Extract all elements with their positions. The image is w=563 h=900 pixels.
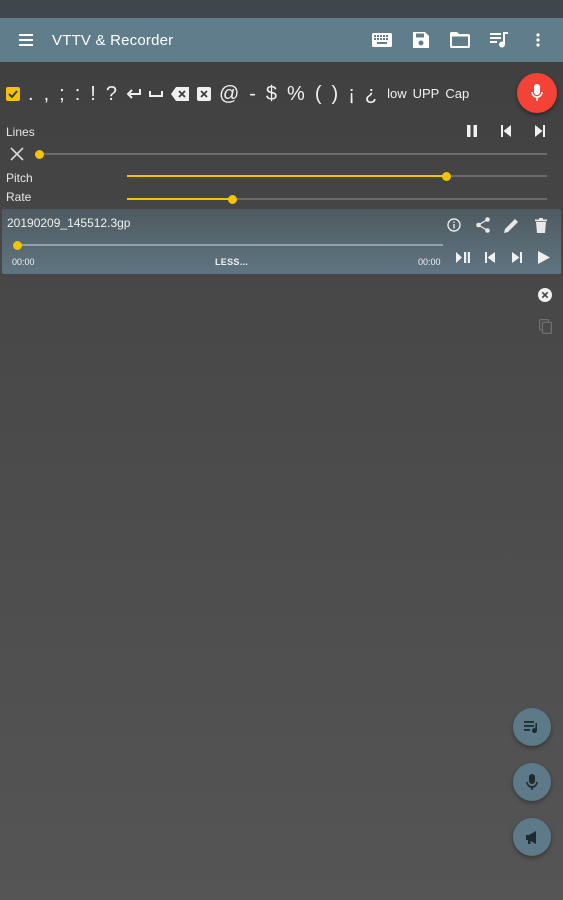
play-pause-icon (455, 251, 470, 263)
status-bar (0, 0, 563, 18)
voice-mic-icon (526, 773, 538, 790)
close-circle-icon (538, 288, 552, 302)
pencil-icon (504, 218, 518, 233)
question-key[interactable]: ? (106, 70, 117, 118)
copy-text-button[interactable] (535, 316, 555, 336)
lowercase-button[interactable]: low (387, 70, 407, 118)
keyboard-button[interactable] (362, 18, 401, 62)
capitalize-button[interactable]: Cap (445, 70, 469, 118)
next-recording-button[interactable] (503, 246, 530, 268)
rate-label: Rate (6, 190, 32, 204)
play-to-end-button[interactable] (449, 246, 476, 268)
folder-icon (449, 32, 470, 48)
skip-next-icon (535, 125, 545, 137)
save-button[interactable] (401, 18, 440, 62)
backspace-icon (170, 87, 189, 101)
skip-previous-icon (501, 125, 511, 137)
dash-key[interactable]: - (249, 70, 256, 118)
lines-slider-thumb[interactable] (34, 149, 44, 159)
playback-seekbar-thumb[interactable] (12, 240, 22, 250)
trash-icon (534, 217, 547, 233)
clear-key[interactable] (196, 87, 211, 101)
less-toggle[interactable]: LESS... (215, 257, 248, 267)
pause-icon (467, 125, 477, 137)
dollar-key[interactable]: $ (266, 70, 277, 118)
clear-lines-button[interactable] (7, 144, 27, 164)
microphone-icon (531, 84, 543, 101)
open-paren-key[interactable]: ( (315, 70, 322, 118)
colon-key[interactable]: : (75, 70, 81, 118)
clear-box-icon (196, 87, 211, 101)
inverted-question-key[interactable]: ¿ (365, 70, 377, 118)
play-button[interactable] (530, 246, 557, 268)
previous-line-button[interactable] (489, 123, 523, 139)
period-key[interactable]: . (28, 70, 34, 118)
backspace-key[interactable] (170, 87, 189, 101)
close-icon (10, 147, 24, 161)
lines-slider[interactable] (34, 149, 547, 159)
playlist-button[interactable] (479, 18, 518, 62)
semicolon-key[interactable]: ; (59, 70, 65, 118)
info-button[interactable] (439, 214, 468, 236)
record-mic-button[interactable] (517, 73, 557, 113)
playback-seekbar[interactable] (12, 240, 443, 250)
close-paren-key[interactable]: ) (332, 70, 339, 118)
play-icon (537, 250, 550, 264)
space-key[interactable] (148, 90, 163, 98)
pitch-slider-thumb[interactable] (441, 171, 451, 181)
rate-slider[interactable] (127, 194, 547, 204)
inverted-exclamation-key[interactable]: ¡ (348, 70, 355, 118)
open-folder-button[interactable] (440, 18, 479, 62)
app-toolbar: VTTV & Recorder (0, 18, 563, 62)
return-arrow-icon (126, 89, 141, 99)
comma-key[interactable]: , (44, 70, 50, 118)
lines-label: Lines (6, 125, 35, 139)
share-button[interactable] (468, 214, 497, 236)
punctuation-bar: . , ; : ! ? @ - $ % ( ) ¡ ¿ low UPP Cap (0, 70, 563, 118)
rate-slider-thumb[interactable] (227, 194, 237, 204)
text-to-speech-icon (524, 720, 538, 733)
exclamation-key[interactable]: ! (90, 70, 96, 118)
playlist-icon (489, 32, 508, 48)
uppercase-button[interactable]: UPP (413, 70, 440, 118)
skip-next-icon (511, 251, 522, 263)
speak-text-fab[interactable] (513, 708, 551, 746)
recording-filename: 20190209_145512.3gp (7, 216, 131, 230)
percent-key[interactable]: % (287, 70, 305, 118)
rename-button[interactable] (497, 214, 526, 236)
save-icon (412, 32, 429, 48)
at-key[interactable]: @ (219, 70, 239, 118)
delete-button[interactable] (526, 214, 555, 236)
pause-button[interactable] (455, 123, 489, 139)
app-title: VTTV & Recorder (52, 31, 174, 49)
info-icon (446, 218, 461, 232)
space-icon (148, 91, 163, 97)
more-vert-icon (535, 33, 540, 47)
hamburger-menu-icon (19, 34, 33, 46)
skip-previous-icon (484, 251, 495, 263)
overflow-menu-button[interactable] (518, 18, 557, 62)
menu-button[interactable] (0, 18, 52, 62)
pitch-label: Pitch (6, 171, 33, 185)
check-icon (8, 90, 18, 98)
previous-recording-button[interactable] (476, 246, 503, 268)
recording-card: 20190209_145512.3gp 00:00 LESS... 00:00 (2, 209, 561, 274)
pitch-slider[interactable] (127, 171, 547, 181)
copy-icon (538, 318, 552, 334)
lines-row: Lines (6, 123, 557, 139)
punctuation-checkbox[interactable] (6, 87, 20, 101)
megaphone-icon (526, 830, 536, 844)
announce-fab[interactable] (513, 818, 551, 856)
voice-input-fab[interactable] (513, 763, 551, 801)
current-time: 00:00 (12, 257, 35, 267)
pitch-slider-fill (127, 175, 447, 177)
rate-slider-fill (127, 198, 232, 200)
share-icon (475, 217, 490, 233)
total-time: 00:00 (418, 257, 441, 267)
keyboard-icon (371, 33, 392, 47)
clear-text-button[interactable] (535, 285, 555, 305)
next-line-button[interactable] (523, 123, 557, 139)
enter-key[interactable] (126, 88, 141, 100)
